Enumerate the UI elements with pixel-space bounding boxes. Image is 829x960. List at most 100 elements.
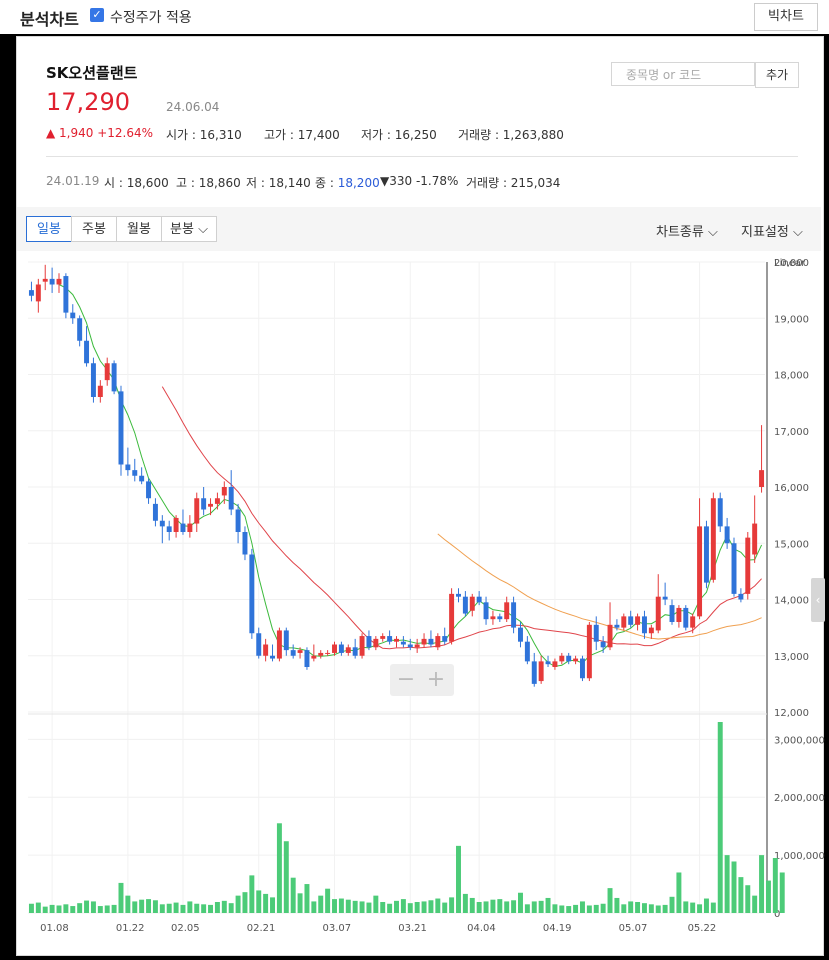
volume-bar [173,902,179,913]
volume-bar [449,897,455,913]
candle-body [545,661,551,665]
x-tick-label: 02.05 [171,923,200,934]
volume-bar [332,899,337,913]
candle-body [483,602,489,620]
volume-bar [104,905,110,913]
candle-body [325,652,331,654]
candle-body [511,602,517,628]
candle-body [28,290,34,296]
volume-bar [628,901,634,913]
candle-body [90,363,96,397]
x-tick-label: 01.22 [116,923,145,934]
candle-body [70,312,76,319]
candle-body [194,498,200,524]
candle-body [614,624,620,628]
volume-bar [146,899,152,913]
candle-body [469,596,475,611]
candle-body [456,593,461,597]
candle-body [77,318,83,341]
candle-body [132,470,138,476]
volume-bar [84,900,90,913]
volume-bar [228,903,234,913]
volume-bar [697,904,703,913]
candle-body [703,526,709,583]
volume-bar [545,897,551,913]
volume-bar [772,858,778,913]
volume-bar [745,885,751,913]
candle-body [283,630,289,651]
volume-bar [414,902,420,913]
candle-body [690,616,696,628]
volume-bar [201,904,207,913]
volume-bar [125,895,131,913]
volume-tick-label: 3,000,000 [774,735,825,746]
volume-bar [208,904,214,913]
volume-bar [180,904,186,913]
candle-body [648,627,654,634]
volume-bar [559,905,565,913]
volume-bar [359,901,365,913]
volume-bar [518,892,523,913]
volume-bar [35,902,41,913]
candle-body [63,276,69,313]
candle-body [380,636,386,639]
candle-body [607,624,613,648]
candle-body [318,652,324,656]
volume-bar [311,901,317,913]
candle-body [641,616,647,634]
volume-bar [70,906,76,913]
candle-body [228,487,234,510]
volume-bar [159,904,165,913]
candle-body [35,284,41,302]
volume-bar [235,895,241,913]
x-tick-label: 05.07 [619,923,648,934]
candle-body [242,532,248,555]
candle-body [669,605,675,622]
volume-bar [111,904,117,913]
volume-bar [573,904,579,913]
side-collapse-handle[interactable]: ‹ [811,578,825,622]
candle-body [111,363,117,392]
volume-bar [586,905,592,913]
stock-chart[interactable]: 20,00019,00018,00017,00016,00015,00014,0… [0,0,829,960]
candle-body [635,616,641,625]
x-tick-label: 02.21 [247,923,276,934]
candle-body [442,636,448,642]
candle-body [628,616,634,625]
volume-bar [648,904,654,913]
volume-tick-label: 2,000,000 [774,793,825,804]
volume-bar [56,905,62,913]
candle-body [332,644,337,653]
volume-bar [387,903,393,913]
volume-bar [77,903,83,913]
volume-bar [187,901,193,913]
candle-body [387,636,393,642]
candle-body [504,602,510,620]
volume-bar [683,901,689,913]
candle-body [717,498,723,527]
volume-bar [669,896,675,913]
volume-bar [641,903,647,913]
volume-bar [276,823,282,913]
volume-bar [49,904,55,913]
volume-bar [28,903,34,913]
volume-bar [483,901,489,913]
volume-bar [166,903,172,913]
candle-body [586,624,592,679]
volume-bar [132,901,138,913]
x-tick-label: 03.21 [398,923,427,934]
volume-bar [524,904,530,913]
zoom-out-button[interactable]: − [393,667,419,692]
candle-body [752,523,758,555]
zoom-in-button[interactable]: + [423,667,449,692]
candle-body [42,278,48,282]
y-tick-label: 12,000 [774,708,809,719]
volume-bar [304,884,310,913]
candle-body [421,638,427,645]
candle-body [49,278,55,285]
candle-body [476,596,482,603]
candle-body [428,638,434,645]
candle-body [214,498,220,504]
x-tick-label: 01.08 [40,923,69,934]
volume-bar [655,905,661,913]
